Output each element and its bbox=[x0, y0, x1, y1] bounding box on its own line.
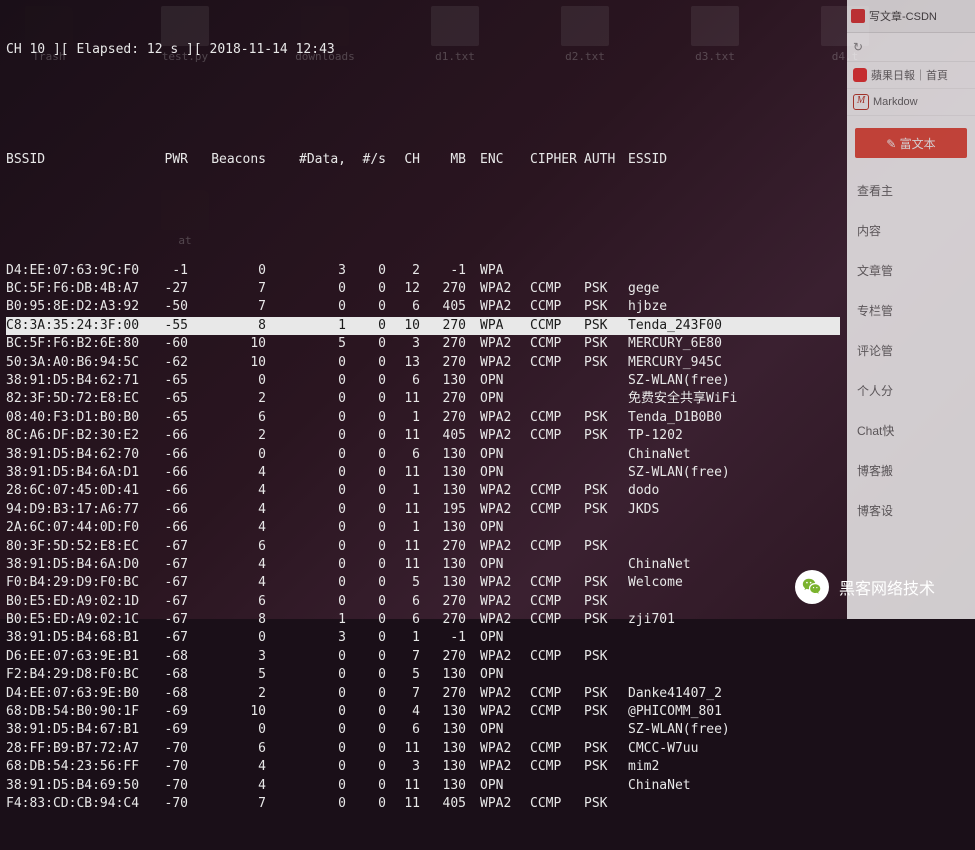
network-row: 38:91:D5:B4:68:B1-670301-1OPN bbox=[6, 629, 840, 647]
bookmark-item[interactable]: MMarkdow bbox=[847, 89, 975, 116]
browser-sidebar: 写文章-CSDN ↻ 蘋果日報｜首頁MMarkdow ✎ 富文本 查看主内容文章… bbox=[847, 0, 975, 619]
network-row: 08:40:F3:D1:B0:B0-656001270WPA2CCMPPSKTe… bbox=[6, 409, 840, 427]
network-row: B0:E5:ED:A9:02:1C-678106270WPA2CCMPPSKzj… bbox=[6, 611, 840, 629]
network-row: 82:3F:5D:72:E8:EC-6520011270OPN免费安全共享WiF… bbox=[6, 390, 840, 408]
sidebar-nav-item[interactable]: 内容 bbox=[847, 210, 975, 250]
network-row: 38:91:D5:B4:6A:D0-6740011130OPNChinaNet bbox=[6, 556, 840, 574]
network-row: 94:D9:B3:17:A6:77-6640011195WPA2CCMPPSKJ… bbox=[6, 501, 840, 519]
sidebar-nav-item[interactable]: 专栏管 bbox=[847, 290, 975, 330]
column-headers: BSSIDPWRBeacons#Data,#/sCHMBENCCIPHERAUT… bbox=[6, 151, 840, 169]
network-row: D4:EE:07:63:9E:B0-682007270WPA2CCMPPSKDa… bbox=[6, 685, 840, 703]
network-row: 38:91:D5:B4:62:71-650006130OPNSZ-WLAN(fr… bbox=[6, 372, 840, 390]
browser-urlbar[interactable]: ↻ bbox=[847, 33, 975, 62]
network-row: D4:EE:07:63:9C:F0-10302-1WPA bbox=[6, 262, 840, 280]
wechat-label: 黑客网络技术 bbox=[839, 575, 935, 599]
network-row: 80:3F:5D:52:E8:EC-6760011270WPA2CCMPPSK bbox=[6, 538, 840, 556]
network-row: 38:91:D5:B4:6A:D1-6640011130OPNSZ-WLAN(f… bbox=[6, 464, 840, 482]
network-row: 38:91:D5:B4:62:70-660006130OPNChinaNet bbox=[6, 446, 840, 464]
network-row: 8C:A6:DF:B2:30:E2-6620011405WPA2CCMPPSKT… bbox=[6, 427, 840, 445]
apple-daily-icon bbox=[853, 68, 867, 82]
bookmark-item[interactable]: 蘋果日報｜首頁 bbox=[847, 62, 975, 89]
network-row: F4:83:CD:CB:94:C4-7070011405WPA2CCMPPSK bbox=[6, 795, 840, 813]
network-row: D6:EE:07:63:9E:B1-683007270WPA2CCMPPSK bbox=[6, 648, 840, 666]
rich-text-button[interactable]: ✎ 富文本 bbox=[855, 128, 967, 158]
browser-tab[interactable]: 写文章-CSDN bbox=[847, 0, 975, 33]
status-line: CH 10 ][ Elapsed: 12 s ][ 2018-11-14 12:… bbox=[6, 41, 840, 59]
network-row: 68:DB:54:B0:90:1F-6910004130WPA2CCMPPSK@… bbox=[6, 703, 840, 721]
network-row: F2:B4:29:D8:F0:BC-685005130OPN bbox=[6, 666, 840, 684]
network-row: 28:6C:07:45:0D:41-664001130WPA2CCMPPSKdo… bbox=[6, 482, 840, 500]
csdn-favicon bbox=[851, 9, 865, 23]
network-row: BC:5F:F6:DB:4B:A7-2770012270WPA2CCMPPSKg… bbox=[6, 280, 840, 298]
network-row: 50:3A:A0:B6:94:5C-62100013270WPA2CCMPPSK… bbox=[6, 354, 840, 372]
network-row: B0:95:8E:D2:A3:92-507006405WPA2CCMPPSKhj… bbox=[6, 298, 840, 316]
network-row: F0:B4:29:D9:F0:BC-674005130WPA2CCMPPSKWe… bbox=[6, 574, 840, 592]
reload-icon[interactable]: ↻ bbox=[853, 40, 863, 54]
network-row: 28:FF:B9:B7:72:A7-7060011130WPA2CCMPPSKC… bbox=[6, 740, 840, 758]
sidebar-nav-item[interactable]: Chat快 bbox=[847, 410, 975, 450]
terminal-window: CH 10 ][ Elapsed: 12 s ][ 2018-11-14 12:… bbox=[0, 0, 846, 619]
network-row: 38:91:D5:B4:69:50-7040011130OPNChinaNet bbox=[6, 777, 840, 795]
network-row: C8:3A:35:24:3F:00-5581010270WPACCMPPSKTe… bbox=[6, 317, 840, 335]
network-row: B0:E5:ED:A9:02:1D-676006270WPA2CCMPPSK bbox=[6, 593, 840, 611]
sidebar-nav-item[interactable]: 个人分 bbox=[847, 370, 975, 410]
network-row: 2A:6C:07:44:0D:F0-664001130OPN bbox=[6, 519, 840, 537]
network-row: BC:5F:F6:B2:6E:80-6010503270WPA2CCMPPSKM… bbox=[6, 335, 840, 353]
sidebar-nav-item[interactable]: 博客设 bbox=[847, 490, 975, 530]
wechat-icon bbox=[795, 570, 829, 604]
sidebar-nav-item[interactable]: 评论管 bbox=[847, 330, 975, 370]
wechat-watermark: 黑客网络技术 bbox=[795, 570, 935, 604]
sidebar-nav-item[interactable]: 查看主 bbox=[847, 170, 975, 210]
network-row: 38:91:D5:B4:67:B1-690006130OPNSZ-WLAN(fr… bbox=[6, 721, 840, 739]
desktop-background: Trashtest.pydownloadsd1.txtd2.txtd3.txtd… bbox=[0, 0, 975, 619]
sidebar-nav-item[interactable]: 博客搬 bbox=[847, 450, 975, 490]
tab-title: 写文章-CSDN bbox=[869, 8, 937, 24]
markdown-icon: M bbox=[853, 94, 869, 110]
network-row: 68:DB:54:23:56:FF-704003130WPA2CCMPPSKmi… bbox=[6, 758, 840, 776]
sidebar-nav-item[interactable]: 文章管 bbox=[847, 250, 975, 290]
